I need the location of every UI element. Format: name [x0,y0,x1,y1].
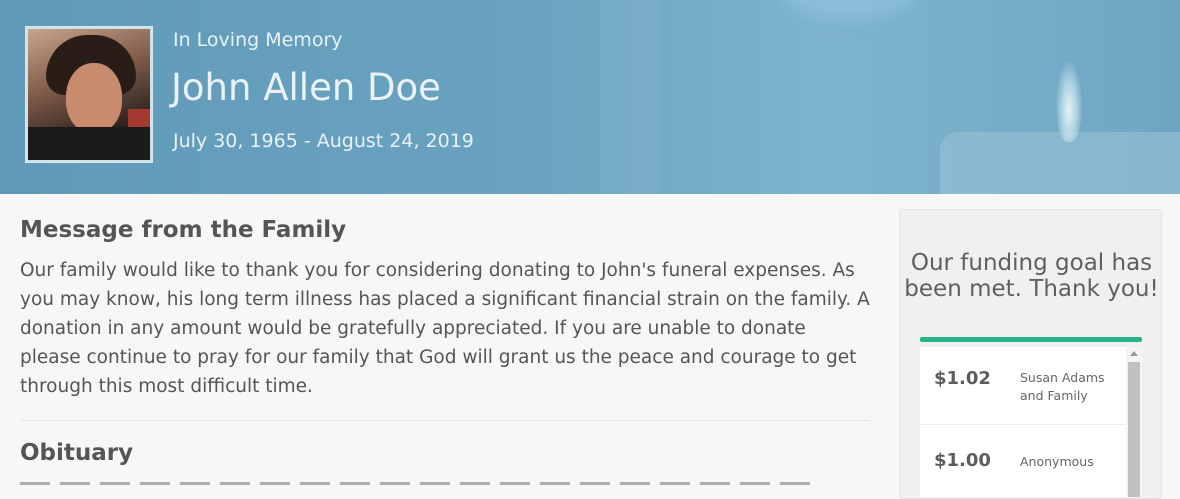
funding-panel: Our funding goal has been met. Thank you… [899,209,1162,499]
donation-list[interactable]: $1.02 Susan Adams and Family $1.00 Anony… [920,347,1142,497]
donation-amount: $1.02 [934,368,991,389]
life-dates: July 30, 1965 - August 24, 2019 [173,130,474,152]
candle-flame-icon [1056,62,1082,142]
message-body: Our family would like to thank you for c… [20,260,870,397]
obituary-text-cutoff [20,478,820,488]
goal-progress-bar [920,337,1142,342]
candle-image [940,132,1180,194]
donation-item: $1.02 Susan Adams and Family [920,347,1126,425]
scroll-thumb[interactable] [1128,362,1140,497]
banner-glow [780,0,920,20]
donation-item: $1.00 Anonymous [920,425,1126,497]
donor-name: Anonymous [1020,454,1094,469]
banner-glow [600,0,660,194]
memorial-banner: In Loving Memory John Allen Doe July 30,… [0,0,1180,194]
message-title: Message from the Family [20,217,347,243]
portrait-photo [25,26,153,163]
donation-scrollbar[interactable] [1126,347,1142,497]
obituary-title: Obituary [20,440,134,466]
portrait-image [28,29,150,160]
donor-name: Susan Adams and Family [1020,370,1105,403]
goal-message: Our funding goal has been met. Thank you… [904,250,1159,302]
memorial-subtitle: In Loving Memory [173,29,343,51]
scroll-up-arrow-icon[interactable] [1130,351,1138,356]
donation-amount: $1.00 [934,450,991,471]
deceased-name: John Allen Doe [171,66,441,109]
section-divider [20,420,870,421]
